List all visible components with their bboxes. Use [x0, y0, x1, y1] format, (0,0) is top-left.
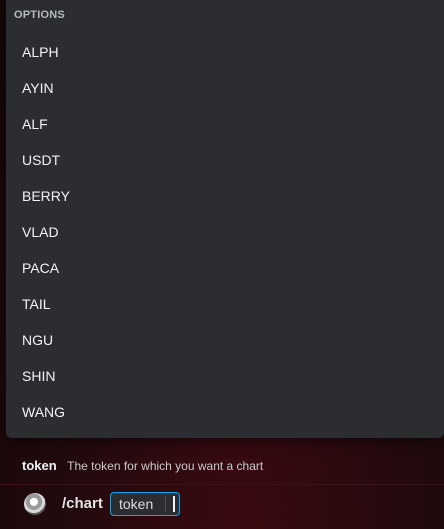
options-header: OPTIONS: [14, 9, 65, 21]
option-item-wang[interactable]: WANG: [6, 394, 444, 430]
token-option-chip[interactable]: token: [110, 492, 180, 516]
option-hint-name: token: [22, 458, 57, 473]
option-hint: token The token for which you want a cha…: [22, 457, 263, 475]
option-list: ALPH AYIN ALF USDT BERRY VLAD PACA TAIL …: [6, 34, 444, 430]
slash-command-name: /chart: [62, 495, 103, 512]
token-option-label: token: [119, 496, 154, 512]
option-item-vlad[interactable]: VLAD: [6, 214, 444, 250]
text-caret: [173, 496, 175, 512]
option-item-alph[interactable]: ALPH: [6, 34, 444, 70]
option-item-alf[interactable]: ALF: [6, 106, 444, 142]
option-item-usdt[interactable]: USDT: [6, 142, 444, 178]
app-avatar-icon: [24, 493, 46, 515]
option-item-tail[interactable]: TAIL: [6, 286, 444, 322]
chip-separator: [165, 496, 166, 512]
option-item-shin[interactable]: SHIN: [6, 358, 444, 394]
option-item-ngu[interactable]: NGU: [6, 322, 444, 358]
message-input-bar[interactable]: /chart token: [0, 485, 444, 529]
option-item-berry[interactable]: BERRY: [6, 178, 444, 214]
option-hint-description: The token for which you want a chart: [67, 459, 264, 473]
autocomplete-popup: OPTIONS ALPH AYIN ALF USDT BERRY VLAD PA…: [6, 0, 444, 438]
option-item-ayin[interactable]: AYIN: [6, 70, 444, 106]
option-item-paca[interactable]: PACA: [6, 250, 444, 286]
chat-window: OPTIONS ALPH AYIN ALF USDT BERRY VLAD PA…: [0, 0, 444, 529]
